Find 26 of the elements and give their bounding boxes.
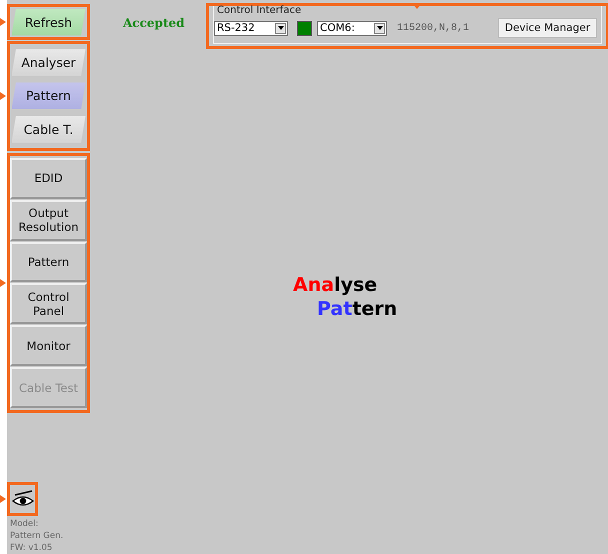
info-text: FW: v1.05 <box>10 542 54 554</box>
menu-button[interactable]: Control Panel <box>10 283 87 324</box>
nav-tab[interactable]: Cable T. <box>12 116 86 143</box>
menu-button[interactable]: Output Resolution <box>10 200 87 241</box>
caret-icon <box>278 26 284 30</box>
info-text: Pattern Gen. <box>10 530 64 542</box>
info-text: Model: <box>10 518 40 530</box>
menu-button[interactable]: EDID <box>10 158 87 199</box>
pointer-arrow <box>0 18 6 26</box>
eye-icon[interactable] <box>10 490 34 508</box>
nav-tab[interactable]: Pattern <box>12 82 86 110</box>
logo-text: Pattern <box>317 297 398 321</box>
dropdown[interactable]: RS-232 <box>214 20 288 36</box>
pointer-arrow <box>0 495 6 503</box>
status-text: Accepted <box>123 16 186 32</box>
port-settings: 115200,N,8,1 <box>397 22 470 34</box>
dropdown[interactable]: COM6: <box>317 20 387 36</box>
menu-button[interactable]: Monitor <box>10 325 87 366</box>
device-manager-button[interactable]: Device Manager <box>498 18 597 38</box>
logo-text: Analyse <box>293 273 378 297</box>
caret-icon <box>376 26 382 30</box>
refresh-button[interactable]: Refresh <box>12 8 86 36</box>
nav-tab[interactable]: Analyser <box>12 49 86 76</box>
group-label: Control Interface <box>217 6 302 16</box>
menu-button[interactable]: Pattern <box>10 242 87 282</box>
pointer-arrow <box>0 92 6 100</box>
